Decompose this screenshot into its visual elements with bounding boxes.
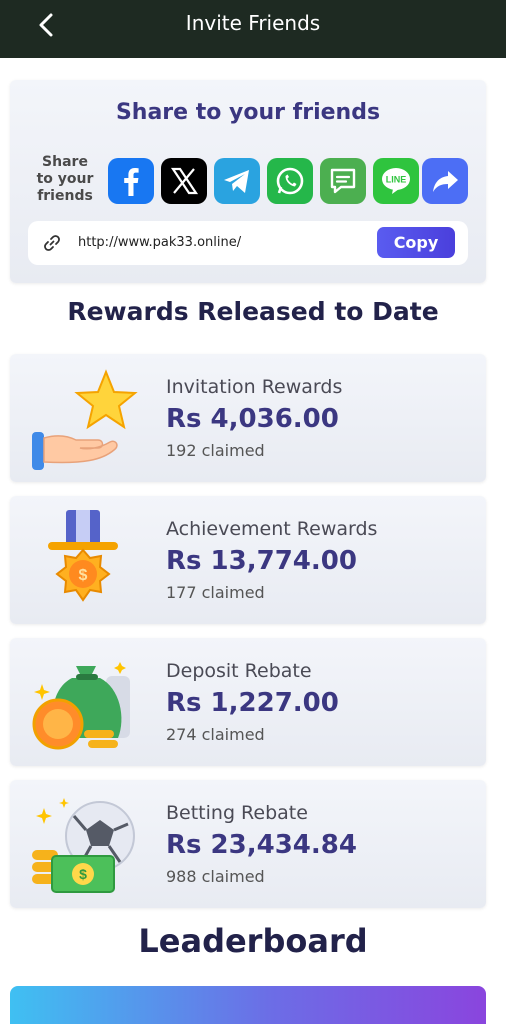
- reward-name: Achievement Rewards: [166, 518, 378, 540]
- share-icon[interactable]: [422, 158, 468, 204]
- svg-text:LINE: LINE: [386, 175, 407, 185]
- reward-name: Invitation Rewards: [166, 376, 343, 398]
- reward-card-invitation: Invitation Rewards Rs 4,036.00 192 claim…: [10, 354, 486, 482]
- sms-icon[interactable]: [320, 158, 366, 204]
- reward-amount: Rs 4,036.00: [166, 404, 339, 434]
- rewards-title: Rewards Released to Date: [67, 297, 439, 326]
- copy-button[interactable]: Copy: [377, 227, 455, 258]
- football-cash-icon: $: [28, 790, 138, 898]
- reward-amount: Rs 23,434.84: [166, 830, 357, 860]
- medal-icon: $: [28, 506, 138, 614]
- svg-text:$: $: [79, 567, 88, 584]
- share-title: Share to your friends: [115, 100, 381, 125]
- svg-text:$: $: [79, 866, 87, 882]
- share-card: Share to your friends Share to your frie…: [10, 80, 486, 283]
- line-icon[interactable]: LINE: [373, 158, 419, 204]
- link-icon: [42, 233, 62, 253]
- reward-amount: Rs 13,774.00: [166, 546, 357, 576]
- leaderboard-title: Leaderboard: [138, 922, 368, 960]
- reward-claimed: 177 claimed: [166, 583, 265, 602]
- facebook-icon[interactable]: [108, 158, 154, 204]
- share-label: Share to your friends: [36, 154, 94, 204]
- reward-name: Betting Rebate: [166, 802, 308, 824]
- money-bag-icon: [28, 648, 138, 756]
- page-title: Invite Friends: [185, 11, 321, 35]
- reward-card-betting: $ Betting Rebate Rs 23,434.84 988 claime…: [10, 780, 486, 908]
- invite-link-text: http://www.pak33.online/: [78, 235, 242, 250]
- telegram-icon[interactable]: [214, 158, 260, 204]
- top-bar: Invite Friends: [0, 0, 506, 58]
- whatsapp-icon[interactable]: [267, 158, 313, 204]
- reward-amount: Rs 1,227.00: [166, 688, 339, 718]
- reward-claimed: 274 claimed: [166, 725, 265, 744]
- reward-name: Deposit Rebate: [166, 660, 312, 682]
- reward-claimed: 192 claimed: [166, 441, 265, 460]
- invite-link-row: http://www.pak33.online/ Copy: [28, 221, 468, 265]
- reward-claimed: 988 claimed: [166, 867, 265, 886]
- x-icon[interactable]: [161, 158, 207, 204]
- reward-card-deposit: Deposit Rebate Rs 1,227.00 274 claimed: [10, 638, 486, 766]
- leaderboard-banner: [10, 986, 486, 1024]
- reward-card-achievement: $ Achievement Rewards Rs 13,774.00 177 c…: [10, 496, 486, 624]
- star-hand-icon: [28, 364, 138, 472]
